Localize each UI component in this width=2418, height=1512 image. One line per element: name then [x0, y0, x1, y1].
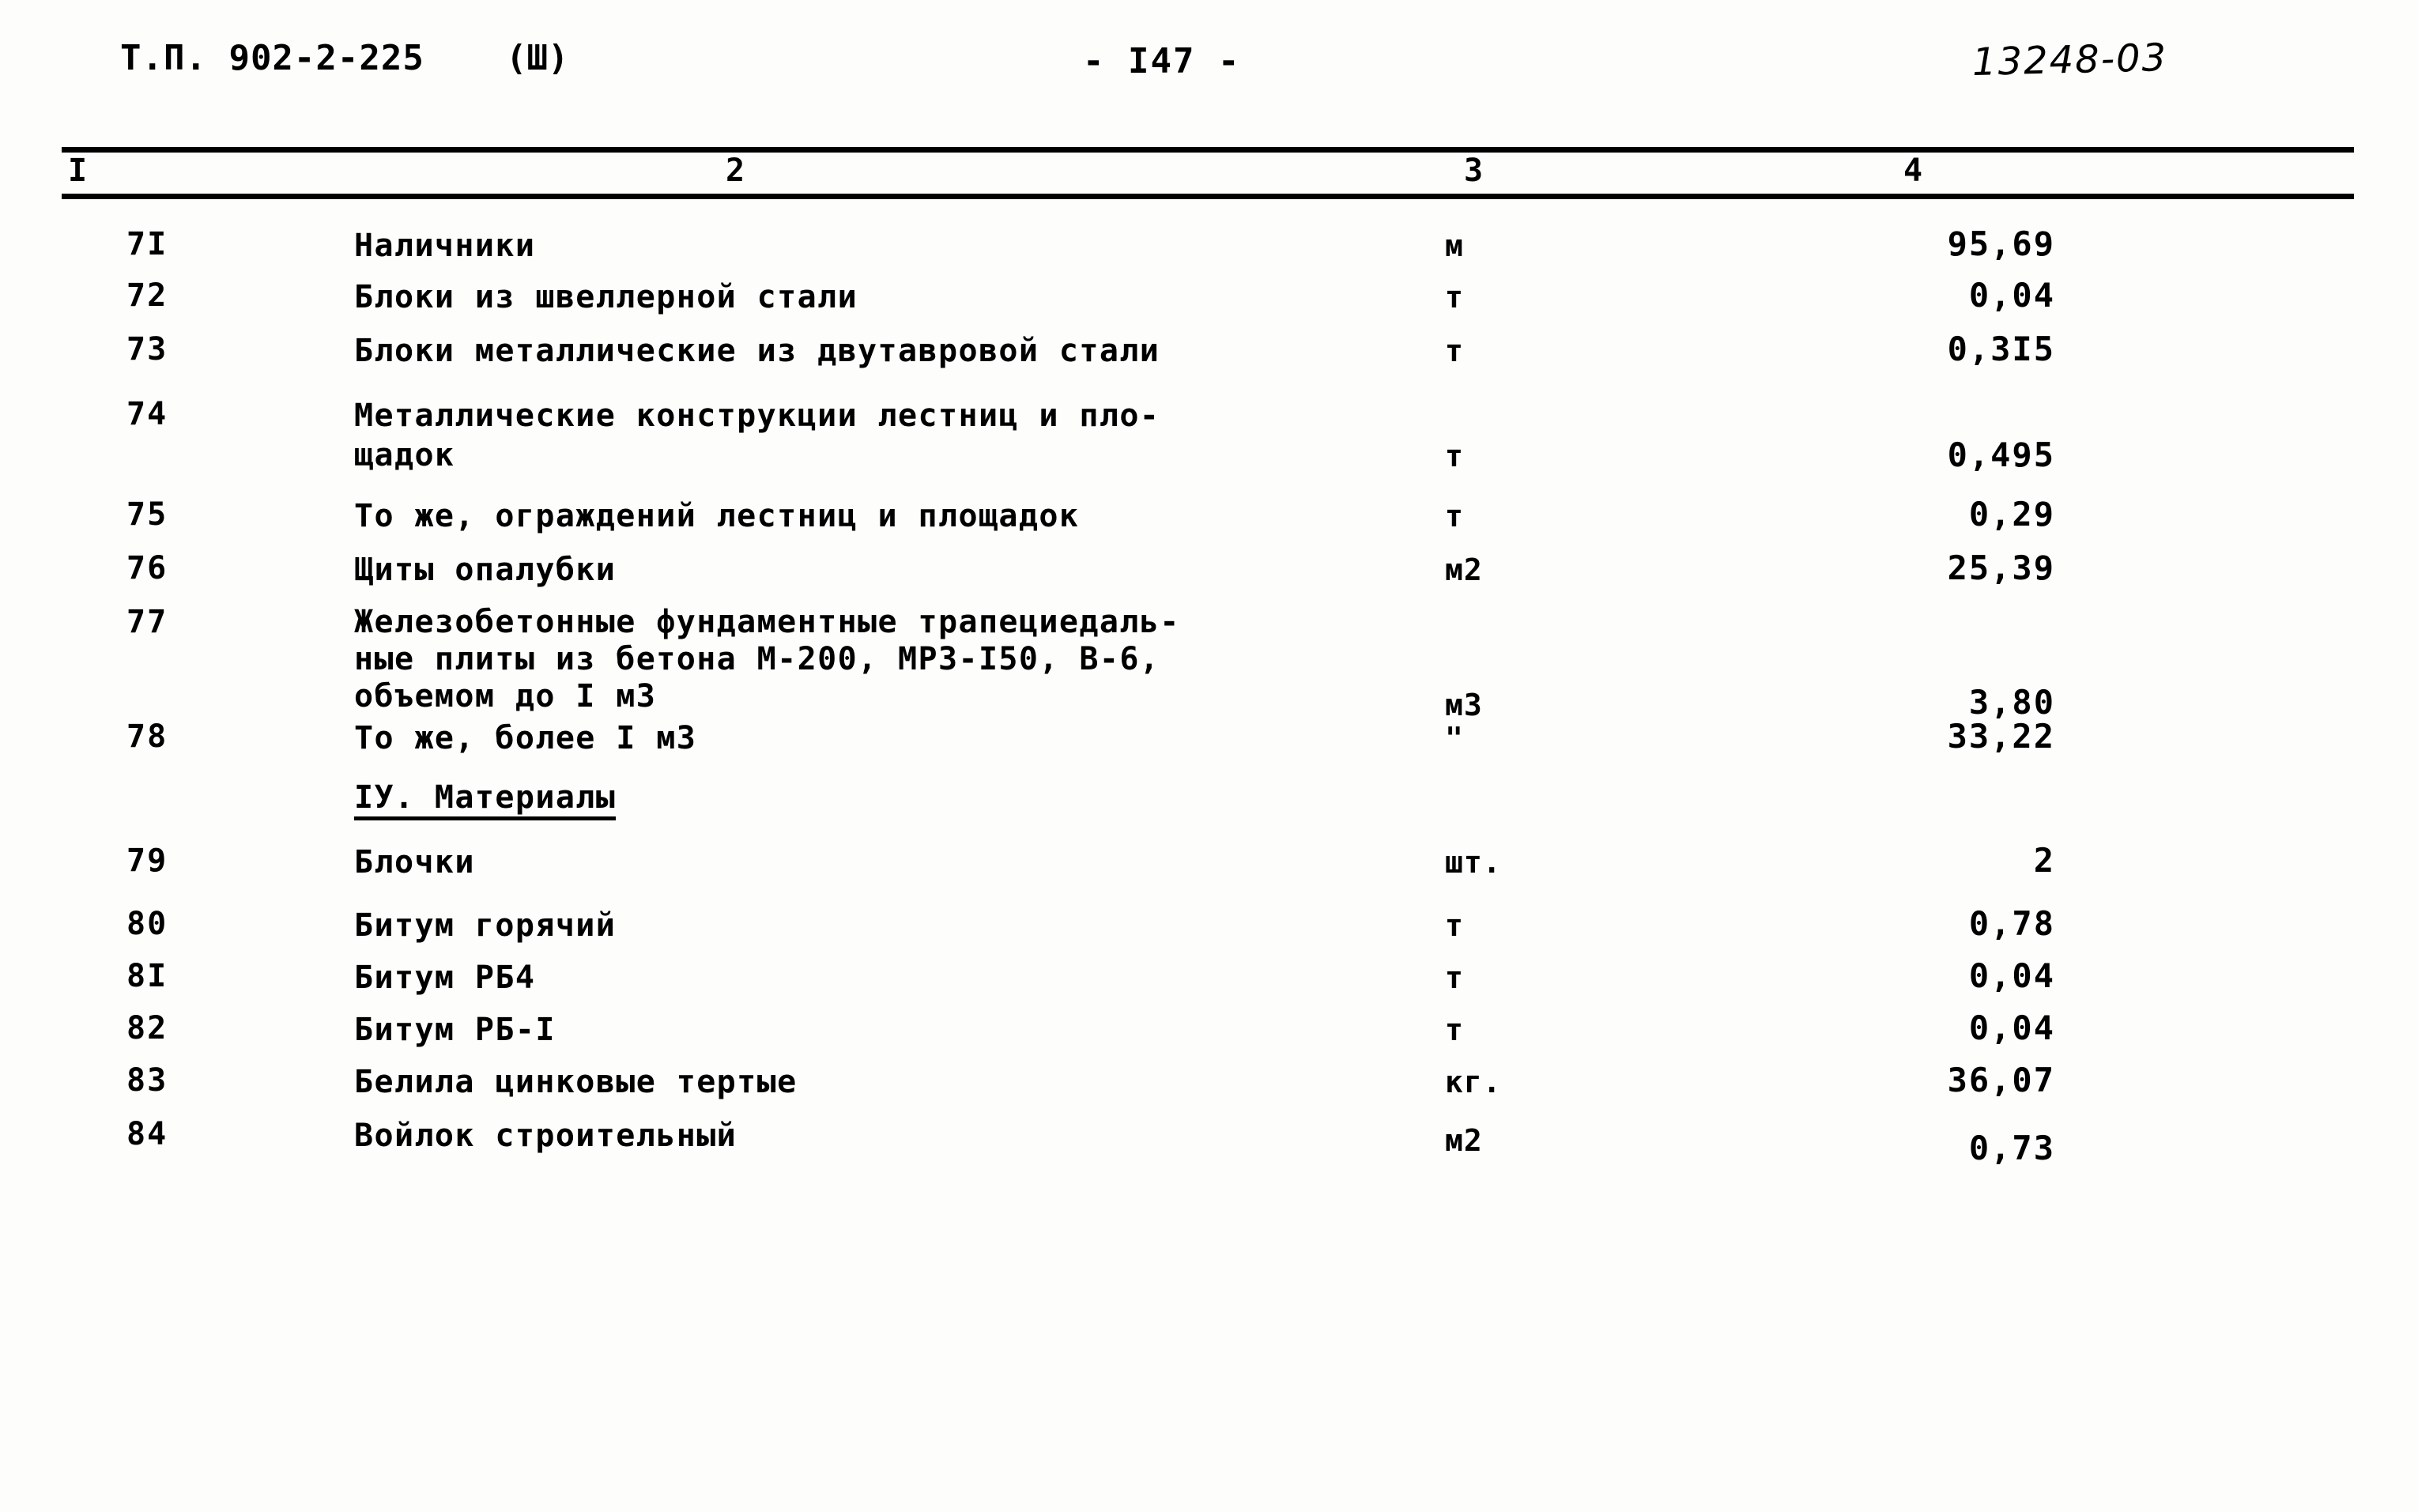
row-unit: шт.	[1445, 845, 1502, 880]
document-page: Т.П. 902-2-225 (Ш) - I47 - 13248-03 I 2 …	[0, 0, 2418, 1512]
row-unit: т	[1445, 439, 1464, 473]
row-description: Белила цинковые тертые	[354, 1064, 798, 1100]
column-header-3: 3	[1464, 153, 1484, 189]
row-number: 79	[126, 843, 168, 879]
row-number: 84	[126, 1116, 168, 1152]
row-number: 78	[126, 718, 168, 755]
row-number: 75	[126, 496, 168, 533]
row-number: 74	[126, 396, 168, 432]
row-unit: т	[1445, 280, 1464, 315]
row-value: 0,29	[1968, 495, 2055, 534]
row-number: 72	[126, 277, 168, 314]
row-description: То же, более I м3	[354, 720, 697, 756]
row-value: 3,80	[1968, 683, 2055, 722]
row-number: 77	[126, 604, 168, 640]
row-description: Битум РБ4	[354, 960, 536, 996]
row-unit: т	[1445, 908, 1464, 943]
row-number: 76	[126, 550, 168, 586]
row-number: 8I	[126, 958, 168, 994]
archive-stamp: 13248-03	[1971, 35, 2168, 85]
document-code: Т.П. 902-2-225	[120, 38, 424, 78]
page-header: Т.П. 902-2-225 (Ш) - I47 - 13248-03	[0, 35, 2418, 93]
row-unit: м3	[1445, 688, 1483, 722]
row-description: Металлические конструкции лестниц и пло-…	[354, 398, 1160, 473]
row-description: Битум РБ-I	[354, 1012, 556, 1048]
row-value: 0,73	[1968, 1129, 2055, 1167]
row-value: 0,495	[1947, 436, 2055, 474]
table-top-rule	[62, 147, 2354, 153]
row-value: 25,39	[1947, 549, 2055, 587]
row-unit: т	[1445, 499, 1464, 534]
row-value: 36,07	[1947, 1061, 2055, 1099]
row-description: Наличники	[354, 228, 536, 264]
row-number: 82	[126, 1010, 168, 1046]
row-description: Блоки из швеллерной стали	[354, 279, 858, 315]
row-description: Блоки металлические из двутавровой стали	[354, 333, 1160, 369]
section-heading: IУ. Материалы	[354, 779, 617, 820]
column-header-4: 4	[1903, 153, 1923, 189]
row-value: 95,69	[1947, 224, 2055, 263]
row-value: 0,04	[1968, 956, 2055, 995]
column-header-1: I	[68, 153, 88, 189]
row-description: Блочки	[354, 844, 475, 880]
column-header-2: 2	[726, 153, 745, 189]
row-description: Железобетонные фундаментные трапециедаль…	[354, 604, 1180, 715]
row-description: Войлок строительный	[354, 1118, 737, 1154]
row-description: Щиты опалубки	[354, 552, 617, 588]
row-unit: т	[1445, 960, 1464, 995]
row-value: 0,78	[1968, 904, 2055, 943]
row-description: То же, ограждений лестниц и площадок	[354, 498, 1080, 534]
page-number: - I47 -	[1083, 41, 1241, 81]
row-number: 7I	[126, 226, 168, 262]
row-value: 0,04	[1968, 276, 2055, 315]
row-number: 73	[126, 331, 168, 368]
table-row: 77 Железобетонные фундаментные трапециед…	[0, 604, 2418, 722]
row-unit: м2	[1445, 552, 1483, 587]
row-unit: т	[1445, 334, 1464, 368]
table-header-rule	[62, 194, 2354, 199]
row-value: 2	[2033, 841, 2055, 880]
row-unit: м	[1445, 228, 1464, 263]
row-unit: кг.	[1445, 1065, 1502, 1099]
document-variant: (Ш)	[506, 38, 569, 78]
row-unit: т	[1445, 1012, 1464, 1047]
row-description: Битум горячий	[354, 907, 617, 944]
row-unit: м2	[1445, 1123, 1483, 1158]
row-unit: "	[1445, 721, 1464, 756]
row-number: 83	[126, 1062, 168, 1099]
table-column-headers: I 2 3 4	[0, 153, 2418, 194]
row-value: 0,3I5	[1947, 330, 2055, 368]
row-value: 0,04	[1968, 1009, 2055, 1047]
row-value: 33,22	[1947, 717, 2055, 756]
row-number: 80	[126, 906, 168, 942]
